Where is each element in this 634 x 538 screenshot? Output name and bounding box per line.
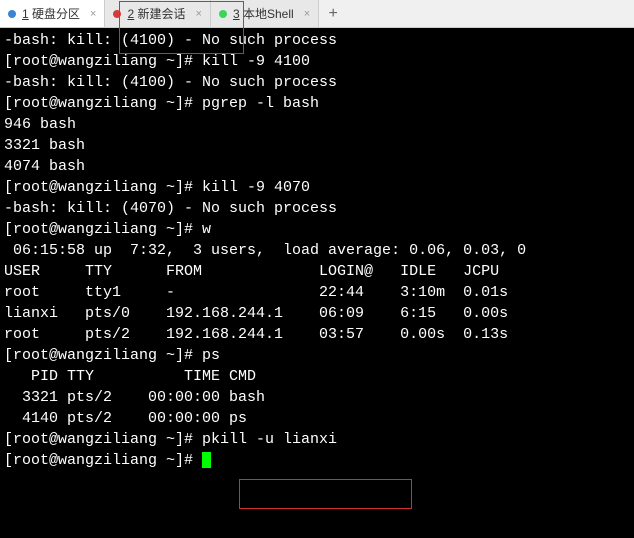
terminal-line: -bash: kill: (4100) - No such process xyxy=(4,32,337,49)
terminal-line: [root@wangziliang ~]# pgrep -l bash xyxy=(4,95,319,112)
cursor-icon xyxy=(202,452,211,468)
terminal-line: PID TTY TIME CMD xyxy=(4,368,256,385)
terminal-line: lianxi pts/0 192.168.244.1 06:09 6:15 0.… xyxy=(4,305,508,322)
terminal-line: [root@wangziliang ~]# pkill -u lianxi xyxy=(4,431,337,448)
terminal-line: root tty1 - 22:44 3:10m 0.01s xyxy=(4,284,508,301)
terminal-line: 946 bash xyxy=(4,116,76,133)
terminal-line: 06:15:58 up 7:32, 3 users, load average:… xyxy=(4,242,526,259)
terminal-line: root pts/2 192.168.244.1 03:57 0.00s 0.1… xyxy=(4,326,508,343)
terminal-line: -bash: kill: (4070) - No such process xyxy=(4,200,337,217)
close-icon[interactable]: × xyxy=(304,8,310,20)
tab-bar: 1 硬盘分区 × 2 新建会话 × 3 本地Shell × + xyxy=(0,0,634,28)
close-icon[interactable]: × xyxy=(196,8,202,20)
tab-local-shell[interactable]: 3 本地Shell × xyxy=(211,0,319,27)
status-dot-icon xyxy=(113,10,121,18)
terminal-line: [root@wangziliang ~]# ps xyxy=(4,347,220,364)
terminal-line: -bash: kill: (4100) - No such process xyxy=(4,74,337,91)
add-tab-button[interactable]: + xyxy=(319,0,347,27)
tab-label: 1 硬盘分区 xyxy=(22,5,80,22)
close-icon[interactable]: × xyxy=(90,8,96,20)
tab-label: 3 本地Shell xyxy=(233,5,294,22)
status-dot-icon xyxy=(219,10,227,18)
status-dot-icon xyxy=(8,10,16,18)
terminal-line: [root@wangziliang ~]# kill -9 4100 xyxy=(4,53,310,70)
terminal-line: [root@wangziliang ~]# w xyxy=(4,221,211,238)
terminal-line: 4140 pts/2 00:00:00 ps xyxy=(4,410,247,427)
tab-label: 2 新建会话 xyxy=(127,5,185,22)
terminal-line: 3321 bash xyxy=(4,137,85,154)
terminal-line: 4074 bash xyxy=(4,158,85,175)
terminal-line: [root@wangziliang ~]# xyxy=(4,452,202,469)
tab-new-session[interactable]: 2 新建会话 × xyxy=(105,0,210,27)
terminal-line: USER TTY FROM LOGIN@ IDLE JCPU xyxy=(4,263,499,280)
terminal-line: [root@wangziliang ~]# kill -9 4070 xyxy=(4,179,310,196)
terminal-line: 3321 pts/2 00:00:00 bash xyxy=(4,389,265,406)
tab-disk-partition[interactable]: 1 硬盘分区 × xyxy=(0,0,105,27)
terminal-output[interactable]: -bash: kill: (4100) - No such process [r… xyxy=(0,28,634,538)
